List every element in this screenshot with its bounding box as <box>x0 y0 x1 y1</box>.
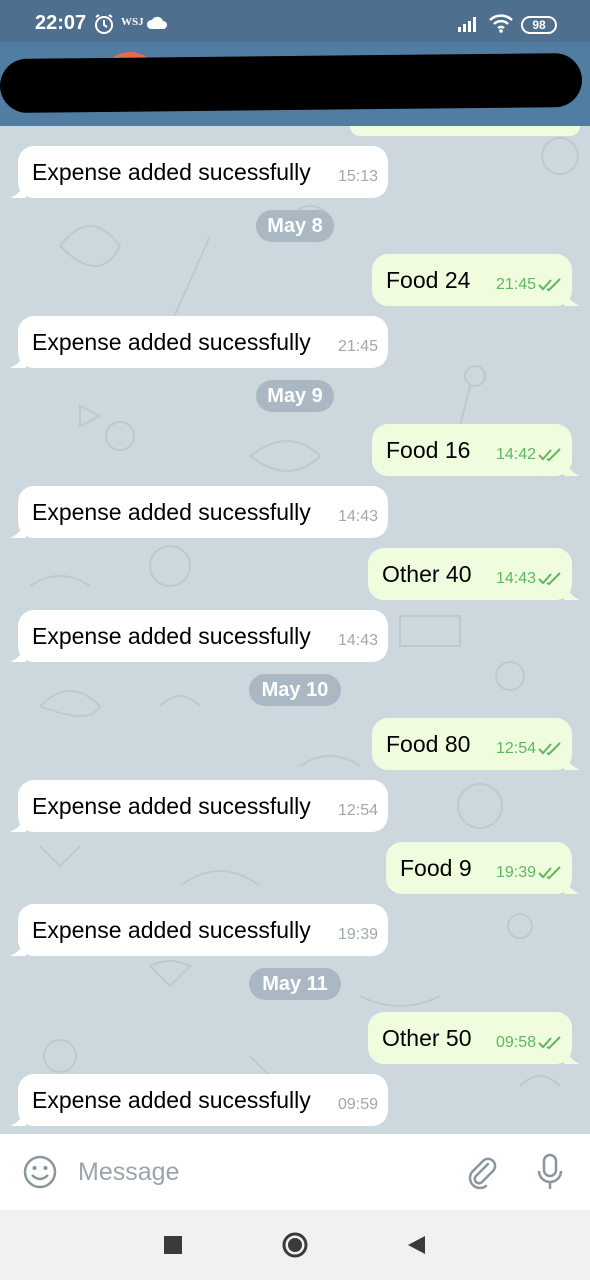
message-time: 12:54 <box>495 740 536 757</box>
emoji-icon[interactable] <box>22 1154 58 1190</box>
bubble-tail <box>10 522 26 538</box>
message-time: 14:43 <box>495 570 536 587</box>
signal-icon <box>458 17 476 32</box>
cloud-icon <box>146 16 167 29</box>
date-separator: May 9 <box>256 380 334 412</box>
message-text: Food 16 <box>386 437 471 463</box>
message-text: Expense added sucessfully <box>32 159 311 185</box>
message-text: Other 40 <box>382 561 472 587</box>
outgoing-message[interactable]: Other 40 14:43 <box>368 548 580 600</box>
double-check-icon <box>538 572 561 586</box>
bubble-tail <box>10 940 26 956</box>
double-check-icon <box>538 448 561 462</box>
redaction-bar <box>0 52 583 114</box>
status-bar: 22:07 WSJ 98 <box>0 0 590 42</box>
message-text: Food 9 <box>400 855 472 881</box>
outgoing-message[interactable]: Food 16 14:42 <box>372 424 580 476</box>
message-text: Food 24 <box>386 267 471 293</box>
bubble-tail <box>564 754 580 770</box>
message-text: Other 50 <box>382 1025 472 1051</box>
incoming-message[interactable]: Expense added sucessfully 14:43 <box>10 486 388 538</box>
message-input-bar: Message <box>0 1134 590 1210</box>
incoming-message[interactable]: Expense added sucessfully 09:59 <box>10 1074 388 1126</box>
bubble-tail <box>564 584 580 600</box>
double-check-icon <box>538 866 561 880</box>
message-time: 19:39 <box>337 926 378 943</box>
bubble-tail <box>564 878 580 894</box>
incoming-message[interactable]: Expense added sucessfully 21:45 <box>10 316 388 368</box>
bubble-tail <box>10 816 26 832</box>
incoming-message[interactable]: Expense added sucessfully 15:13 <box>10 146 388 198</box>
system-nav-bar <box>0 1210 590 1280</box>
outgoing-message[interactable]: Other 50 09:58 <box>368 1012 580 1064</box>
message-time: 19:39 <box>495 864 536 881</box>
date-separator: May 10 <box>249 674 341 706</box>
bubble-tail <box>10 1110 26 1126</box>
alarm-icon <box>95 14 113 34</box>
message-time: 12:54 <box>337 802 378 819</box>
message-text: Food 80 <box>386 731 471 757</box>
message-time: 14:43 <box>337 632 378 649</box>
home-circle-icon[interactable] <box>281 1231 309 1259</box>
bubble-tail <box>564 460 580 476</box>
back-triangle-icon[interactable] <box>405 1234 427 1256</box>
bubble-tail <box>10 646 26 662</box>
incoming-message[interactable]: Expense added sucessfully 14:43 <box>10 610 388 662</box>
outgoing-message[interactable]: Food 24 21:45 <box>372 254 580 306</box>
message-time: 21:45 <box>337 338 378 355</box>
chat-header[interactable] <box>0 42 590 126</box>
message-time: 14:43 <box>337 508 378 525</box>
bubble-tail <box>564 1048 580 1064</box>
message-time: 15:13 <box>337 168 378 185</box>
status-time: 22:07 <box>35 12 87 34</box>
double-check-icon <box>538 278 561 292</box>
outgoing-message[interactable]: Food 80 12:54 <box>372 718 580 770</box>
double-check-icon <box>538 1036 561 1050</box>
partial-outgoing-bubble <box>350 126 580 136</box>
paperclip-icon[interactable] <box>464 1154 500 1190</box>
date-separator: May 11 <box>249 968 341 1000</box>
battery-icon: 98 <box>521 16 557 34</box>
message-time: 09:59 <box>337 1096 378 1113</box>
date-separator: May 8 <box>256 210 334 242</box>
message-text: Expense added sucessfully <box>32 623 311 649</box>
bubble-tail <box>10 182 26 198</box>
double-check-icon <box>538 742 561 756</box>
message-input[interactable]: Message <box>78 1158 179 1187</box>
microphone-icon[interactable] <box>532 1152 568 1192</box>
outgoing-message[interactable]: Food 9 19:39 <box>386 842 580 894</box>
incoming-message[interactable]: Expense added sucessfully 12:54 <box>10 780 388 832</box>
recents-square-icon[interactable] <box>164 1236 182 1254</box>
bubble-tail <box>564 290 580 306</box>
message-time: 09:58 <box>495 1034 536 1051</box>
message-time: 21:45 <box>495 276 536 293</box>
wifi-icon <box>489 14 513 33</box>
message-time: 14:42 <box>495 446 536 463</box>
message-text: Expense added sucessfully <box>32 1087 311 1113</box>
bubble-tail <box>10 352 26 368</box>
message-text: Expense added sucessfully <box>32 793 311 819</box>
message-text: Expense added sucessfully <box>32 329 311 355</box>
message-text: Expense added sucessfully <box>32 499 311 525</box>
chat-area[interactable]: Expense added sucessfully 15:13 May 8 Fo… <box>0 126 590 1134</box>
wsj-badge: WSJ <box>121 16 144 28</box>
incoming-message[interactable]: Expense added sucessfully 19:39 <box>10 904 388 956</box>
message-text: Expense added sucessfully <box>32 917 311 943</box>
